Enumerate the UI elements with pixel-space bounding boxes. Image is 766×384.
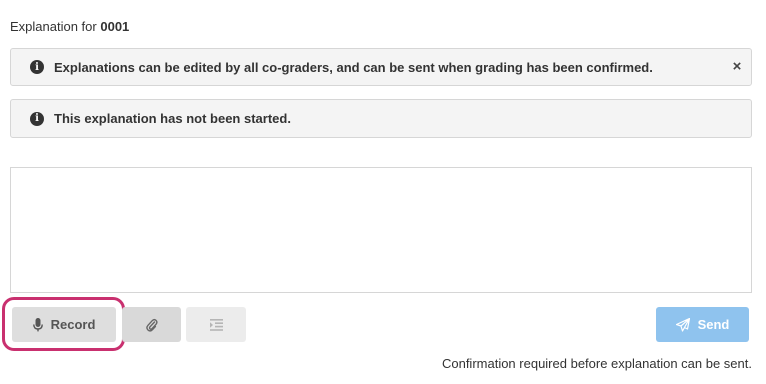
record-label: Record [50,317,96,332]
send-button[interactable]: Send [656,307,749,342]
page-header: Explanation for 0001 [10,19,129,34]
info-circle-icon: i [30,60,44,74]
alert-text: Explanations can be edited by all co-gra… [54,59,653,75]
send-label: Send [697,317,730,332]
not-started-info-alert: i This explanation has not been started. [10,99,752,138]
indent-icon [209,318,223,331]
submission-number: 0001 [100,19,130,34]
paper-plane-icon [675,317,690,332]
explanation-editor[interactable] [10,167,752,293]
alert-text: This explanation has not been started. [54,111,291,126]
paperclip-icon [145,318,158,332]
info-circle-icon: i [30,111,44,126]
microphone-icon [32,317,43,332]
attach-button[interactable] [122,307,181,342]
indent-button[interactable] [186,307,246,342]
close-x-icon[interactable]: × [730,59,744,74]
record-button[interactable]: Record [12,307,116,342]
confirmation-note: Confirmation required before explanation… [441,356,752,371]
co-grader-info-alert: i Explanations can be edited by all co-g… [10,48,752,86]
header-prefix: Explanation for [10,19,97,34]
